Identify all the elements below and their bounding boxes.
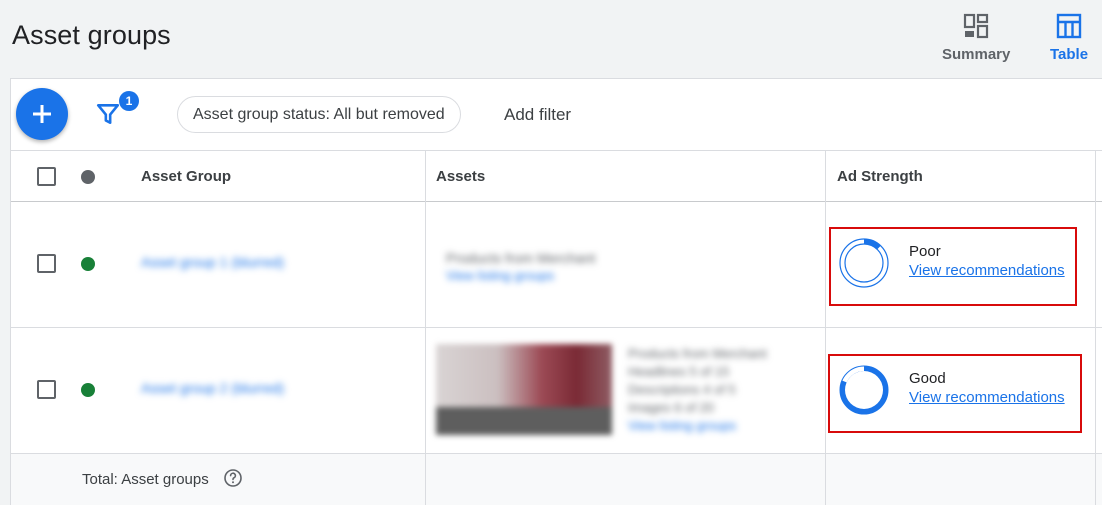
assets-images-count: Images 6 of 20 (628, 400, 714, 415)
table-icon (1056, 13, 1082, 39)
table-total-row: Total: Asset groups (11, 453, 1102, 505)
highlight-box (828, 354, 1082, 433)
assets-descriptions-count: Descriptions 4 of 5 (628, 382, 736, 397)
column-divider (1095, 150, 1096, 505)
row-checkbox[interactable] (37, 254, 56, 273)
table-row: Asset group 1 (blurred) Products from Me… (11, 202, 1102, 327)
column-header-ad-strength[interactable]: Ad Strength (837, 168, 923, 185)
assets-source-text: Products from Merchant (446, 250, 596, 266)
plus-icon (33, 105, 51, 123)
column-header-assets[interactable]: Assets (436, 168, 485, 185)
status-dot-enabled (81, 257, 95, 271)
column-divider (425, 150, 426, 505)
toolbar: 1 Asset group status: All but removed Ad… (11, 79, 1102, 150)
asset-group-name-link[interactable]: Asset group 1 (blurred) (141, 254, 284, 270)
filter-count-badge: 1 (119, 91, 139, 111)
view-summary-button[interactable]: Summary (942, 12, 1010, 63)
asset-image-thumbnail[interactable] (436, 344, 612, 435)
view-summary-label: Summary (942, 46, 1011, 63)
view-listing-groups-link[interactable]: View listing groups (628, 417, 767, 435)
total-label: Total: Asset groups (82, 471, 209, 488)
status-filter-chip[interactable]: Asset group status: All but removed (177, 96, 461, 133)
page-title: Asset groups (12, 20, 171, 50)
select-all-checkbox[interactable] (37, 167, 56, 186)
assets-headlines-count: Headlines 5 of 15 (628, 364, 730, 379)
column-divider (825, 150, 826, 505)
view-listing-groups-link[interactable]: View listing groups (446, 268, 554, 283)
view-table-button[interactable]: Table (1050, 12, 1088, 63)
highlight-box (829, 227, 1077, 306)
dashboard-icon (964, 13, 989, 39)
filter-icon (96, 104, 120, 124)
assets-source-text: Products from Merchant (628, 346, 767, 361)
table-header-row: Asset Group Assets Ad Strength (11, 150, 1102, 202)
add-asset-group-button[interactable] (16, 88, 68, 140)
row-checkbox[interactable] (37, 380, 56, 399)
table-row: Asset group 2 (blurred) Products from Me… (11, 327, 1102, 453)
asset-group-name-link[interactable]: Asset group 2 (blurred) (141, 380, 284, 396)
status-column-icon (81, 170, 95, 184)
help-circle-icon[interactable] (223, 468, 243, 488)
assets-summary: Products from Merchant Headlines 5 of 15… (628, 345, 767, 435)
status-dot-enabled (81, 383, 95, 397)
asset-groups-panel: 1 Asset group status: All but removed Ad… (10, 78, 1102, 505)
view-table-label: Table (1050, 46, 1089, 63)
column-header-asset-group[interactable]: Asset Group (141, 168, 231, 185)
add-filter-button[interactable]: Add filter (504, 105, 571, 125)
filter-button[interactable]: 1 (93, 91, 139, 131)
